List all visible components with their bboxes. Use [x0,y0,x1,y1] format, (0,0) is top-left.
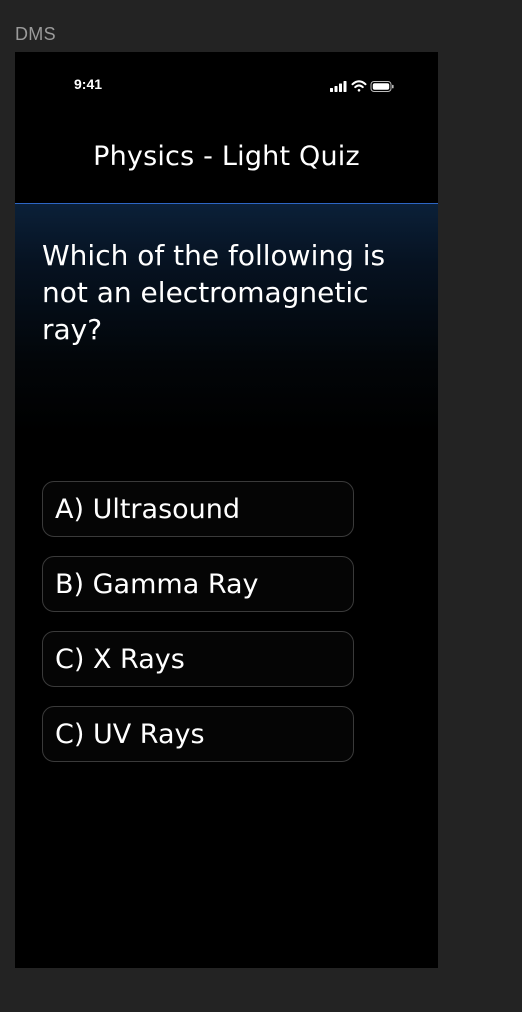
quiz-content: Which of the following is not an electro… [15,204,438,968]
status-icons-graphic [330,80,394,92]
answer-options: A) Ultrasound B) Gamma Ray C) X Rays C) … [42,481,354,781]
page-title: Physics - Light Quiz [93,141,360,172]
answer-option-d[interactable]: C) UV Rays [42,706,354,762]
phone-frame: 9:41 Physics - Light Quiz Which of the f… [15,52,438,968]
status-bar: 9:41 [15,52,438,116]
question-text: Which of the following is not an electro… [42,239,386,346]
battery-icon [370,81,394,92]
answer-option-c[interactable]: C) X Rays [42,631,354,687]
wifi-icon [351,80,367,92]
frame-label: DMS [15,24,56,44]
quiz-header: Physics - Light Quiz [15,116,438,204]
status-icons [329,78,395,92]
answer-option-b[interactable]: B) Gamma Ray [42,556,354,612]
answer-option-a[interactable]: A) Ultrasound [42,481,354,537]
cellular-signal-icon [330,81,347,92]
status-time: 9:41 [74,76,103,92]
